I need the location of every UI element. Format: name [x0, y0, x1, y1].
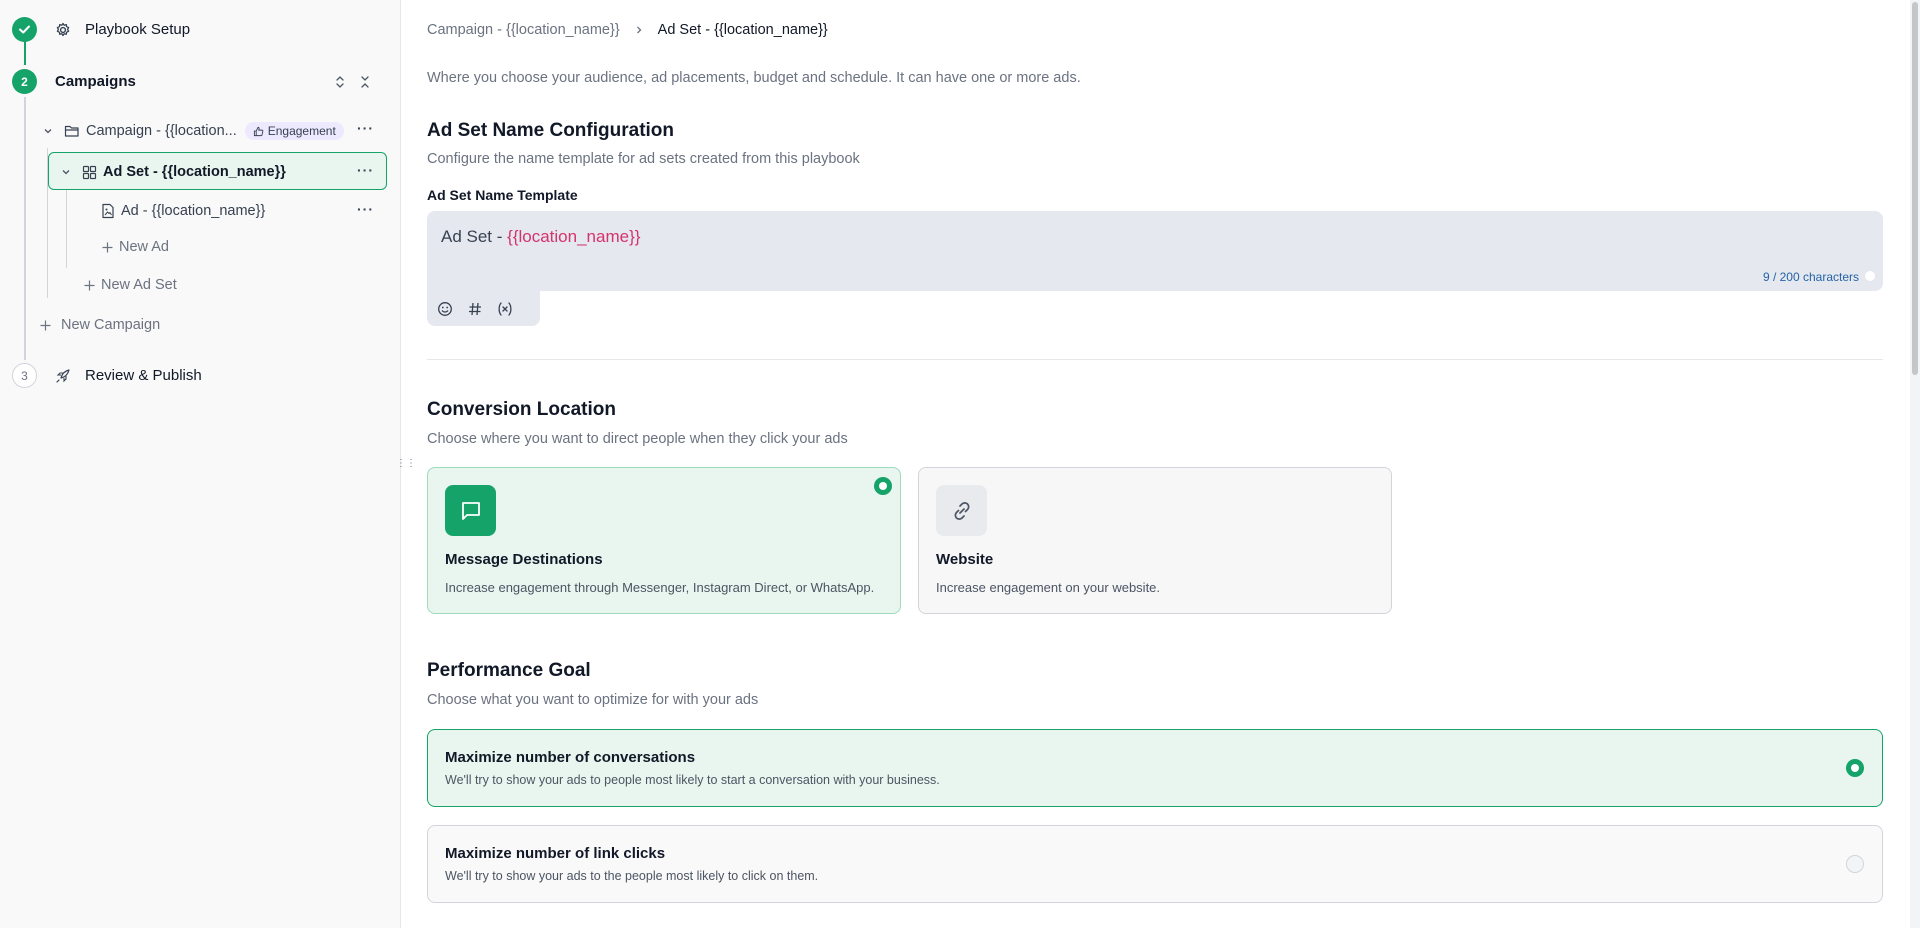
tree-guide [66, 188, 67, 268]
section-title: Conversion Location [427, 399, 616, 420]
new-ad-set-button[interactable]: New Ad Set [83, 274, 177, 296]
option-title: Website [936, 551, 994, 568]
ad-set-more-options-icon[interactable]: ··· [357, 162, 374, 178]
name-template-input[interactable]: Ad Set - {{location_name}} 9 / 200 chara… [427, 211, 1883, 291]
expand-all-icon[interactable] [333, 75, 347, 89]
template-toolbar [427, 291, 540, 326]
step-number: 3 [12, 363, 37, 388]
section-title: Ad Set Name Configuration [427, 120, 675, 141]
chevron-right-icon [634, 25, 644, 35]
emoji-icon[interactable] [437, 301, 453, 317]
scrollbar[interactable] [1910, 0, 1920, 928]
conversion-option-website[interactable]: Website Increase engagement on your webs… [918, 467, 1392, 614]
plus-icon [101, 241, 114, 254]
section-divider [427, 359, 1883, 360]
radio-selected[interactable] [874, 477, 892, 495]
option-title: Maximize number of conversations [445, 749, 696, 766]
option-description: We'll try to show your ads to people mos… [445, 773, 940, 787]
tree-item-campaign[interactable]: Campaign - {{location... Engagement [42, 120, 344, 142]
message-icon [445, 485, 496, 536]
option-description: Increase engagement through Messenger, I… [445, 580, 875, 595]
rocket-icon [55, 368, 71, 384]
goal-option-conversations[interactable]: Maximize number of conversations We'll t… [427, 729, 1883, 807]
thumbs-up-icon [253, 126, 264, 136]
step-title: Playbook Setup [85, 21, 191, 38]
engagement-badge: Engagement [244, 122, 344, 140]
gear-icon [55, 22, 71, 38]
new-campaign-button[interactable]: New Campaign [39, 314, 160, 336]
breadcrumb-parent[interactable]: Campaign - {{location_name}} [427, 22, 620, 38]
plus-icon [39, 319, 52, 332]
radio-selected[interactable] [1846, 759, 1864, 777]
breadcrumb-current: Ad Set - {{location_name}} [657, 22, 828, 38]
step-title: Campaigns [55, 73, 136, 90]
variable-icon[interactable] [497, 301, 513, 317]
tree-item-ad[interactable]: Ad - {{location_name}} [101, 200, 265, 222]
tree-item-ad-set[interactable]: Ad Set - {{location_name}} [60, 161, 286, 183]
sidebar: Playbook Setup 2 Campaigns Campaign - {{… [0, 0, 401, 928]
new-ad-label: New Ad [119, 239, 169, 255]
option-description: Increase engagement on your website. [936, 580, 1161, 595]
step-campaigns[interactable]: 2 Campaigns [12, 69, 136, 94]
collapse-all-icon[interactable] [358, 75, 372, 89]
goal-option-link-clicks[interactable]: Maximize number of link clicks We'll try… [427, 825, 1883, 903]
step-review-publish[interactable]: 3 Review & Publish [12, 363, 202, 388]
tree-item-label: Ad - {{location_name}} [121, 203, 266, 219]
check-icon [12, 17, 37, 42]
conversion-option-message-destinations[interactable]: Message Destinations Increase engagement… [427, 467, 901, 614]
scrollbar-thumb[interactable] [1912, 2, 1918, 375]
tree-item-label: Ad Set - {{location_name}} [103, 164, 286, 180]
chevron-down-icon[interactable] [60, 167, 72, 177]
link-icon [936, 485, 987, 536]
main-content: Campaign - {{location_name}} Ad Set - {{… [401, 0, 1910, 928]
option-title: Maximize number of link clicks [445, 845, 666, 862]
template-variable: {{location_name}} [507, 227, 641, 246]
image-file-icon [101, 203, 115, 219]
new-campaign-label: New Campaign [61, 317, 161, 333]
step-number: 2 [12, 69, 37, 94]
new-ad-set-label: New Ad Set [101, 277, 177, 293]
resize-grip-icon[interactable] [1865, 271, 1875, 281]
breadcrumb: Campaign - {{location_name}} Ad Set - {{… [427, 22, 828, 38]
step-connector [24, 97, 26, 360]
chevron-down-icon[interactable] [42, 126, 54, 136]
badge-label: Engagement [267, 124, 336, 138]
folder-icon [64, 124, 80, 138]
option-description: We'll try to show your ads to the people… [445, 869, 819, 883]
grid-icon [82, 165, 97, 180]
field-label: Ad Set Name Template [427, 187, 578, 203]
step-title: Review & Publish [85, 367, 202, 384]
template-prefix: Ad Set - [441, 227, 508, 246]
template-value: Ad Set - {{location_name}} [441, 227, 640, 247]
tree-item-label: Campaign - {{location... [86, 123, 237, 139]
option-title: Message Destinations [445, 551, 603, 568]
radio-unselected[interactable] [1846, 855, 1864, 873]
step-playbook-setup[interactable]: Playbook Setup [12, 17, 190, 42]
section-subtitle: Choose where you want to direct people w… [427, 431, 848, 447]
campaign-more-options-icon[interactable]: ··· [357, 120, 374, 136]
section-subtitle: Configure the name template for ad sets … [427, 151, 860, 167]
new-ad-button[interactable]: New Ad [101, 236, 169, 258]
character-count: 9 / 200 characters [1762, 270, 1859, 284]
step-connector [24, 41, 26, 65]
hashtag-icon[interactable] [467, 301, 483, 317]
section-subtitle: Choose what you want to optimize for wit… [427, 692, 759, 708]
section-title: Performance Goal [427, 660, 591, 681]
ad-more-options-icon[interactable]: ··· [357, 201, 374, 217]
plus-icon [83, 279, 96, 292]
page-description: Where you choose your audience, ad place… [427, 70, 1081, 86]
